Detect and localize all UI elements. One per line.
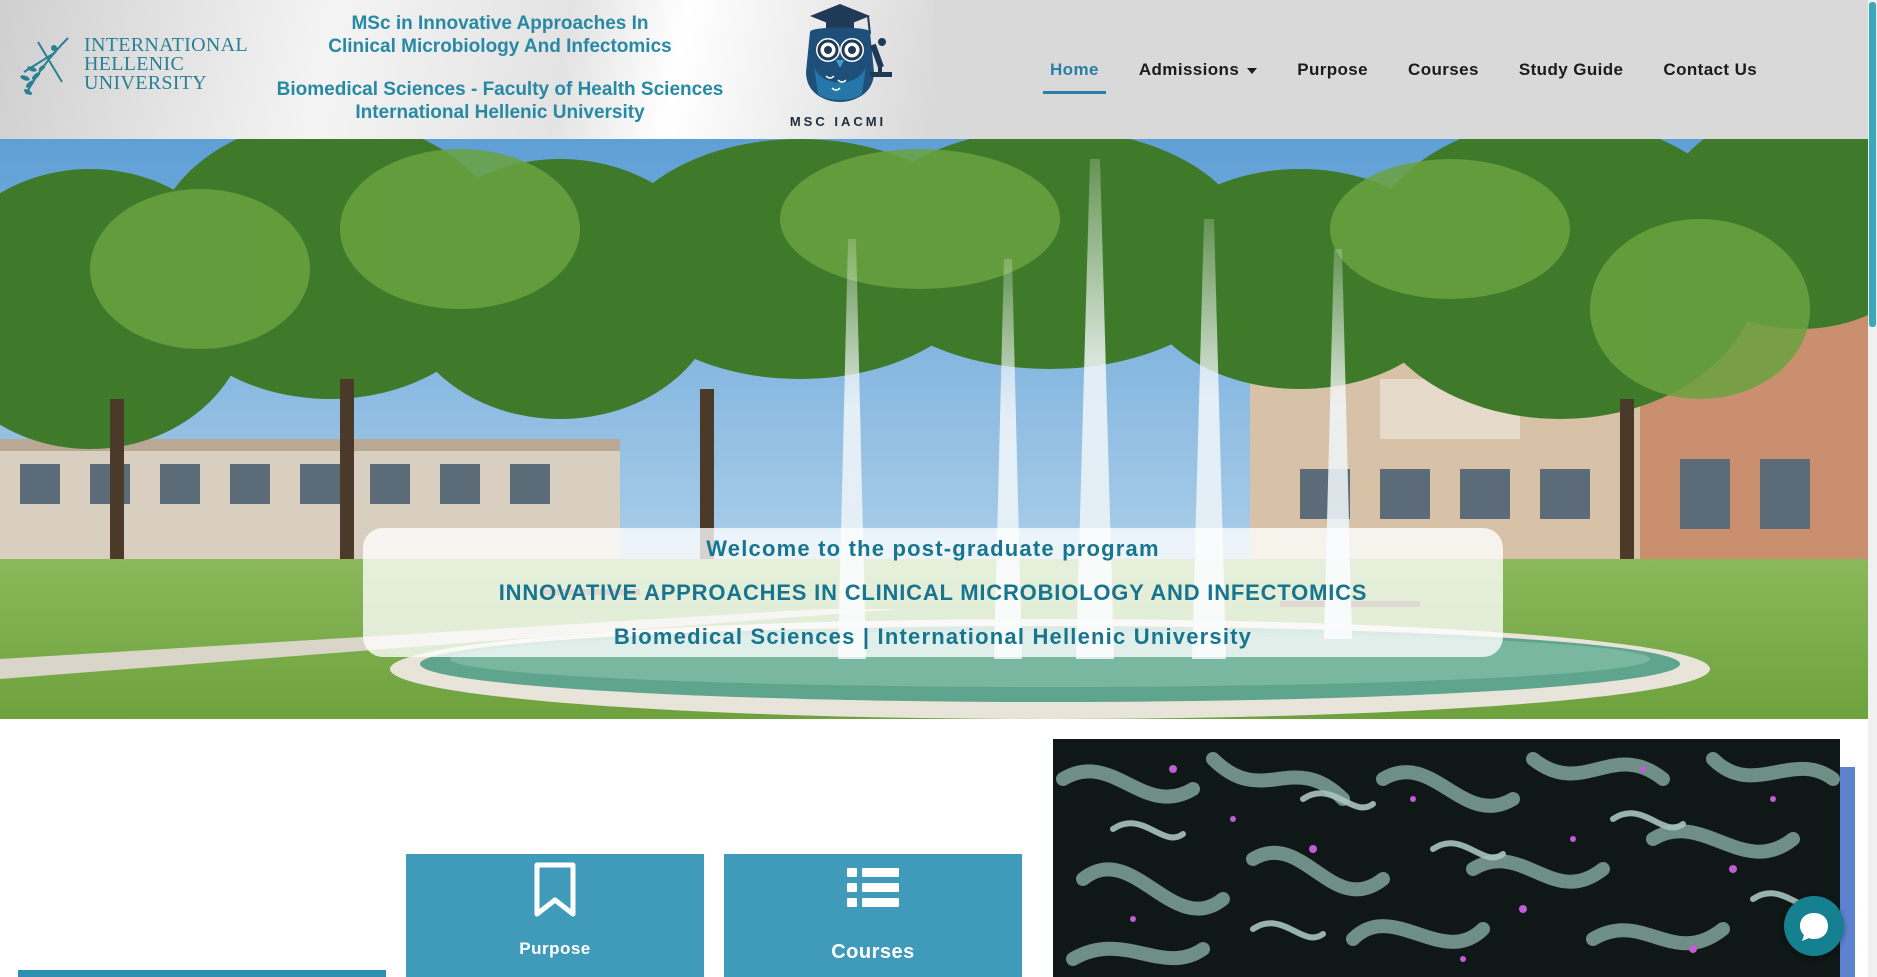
welcome-panel: Welcome to the post-graduate program INN… [363,528,1503,657]
list-icon [847,868,899,907]
nav-admissions-label: Admissions [1138,60,1240,79]
purpose-card[interactable]: Purpose [406,854,704,977]
nav-purpose-label: Purpose [1297,60,1369,79]
virus-micrograph-graphic [1053,739,1840,977]
courses-card[interactable]: Courses [724,854,1022,977]
program-subtitle-line: International Hellenic University [355,102,645,123]
purpose-card-label: Purpose [519,939,591,958]
nav-study-guide-label: Study Guide [1518,60,1624,79]
nav-study-guide[interactable]: Study Guide [1499,48,1644,92]
program-name-heading: INNOVATIVE APPROACHES IN CLINICAL MICROB… [498,580,1368,605]
program-title: MSc in Innovative Approaches In Clinical… [270,12,730,124]
nav-courses[interactable]: Courses [1388,48,1499,92]
university-logo-text: INTERNATIONAL HELLENIC UNIVERSITY [84,35,248,94]
program-title-line: MSc in Innovative Approaches In [351,13,649,34]
brand-banner: INTERNATIONAL HELLENIC UNIVERSITY MSc in… [0,0,933,139]
chat-widget-button[interactable] [1784,896,1844,956]
nav-contact-us[interactable]: Contact Us [1643,48,1777,92]
welcome-subtitle: Biomedical Sciences | International Hell… [613,624,1253,649]
virus-micrograph-image [1053,739,1840,977]
nav-home-label: Home [1050,60,1099,79]
nav-courses-label: Courses [1408,60,1479,79]
hero-banner: Welcome to the post-graduate program INN… [0,139,1868,719]
page-scrollbar-thumb[interactable] [1869,2,1876,327]
nav-purpose[interactable]: Purpose [1277,48,1388,92]
university-logo[interactable]: INTERNATIONAL HELLENIC UNIVERSITY [18,30,248,102]
nav-contact-us-label: Contact Us [1663,60,1758,79]
program-title-line: Clinical Microbiology And Infectomics [328,36,672,57]
program-subtitle-line: Biomedical Sciences - Faculty of Health … [276,79,724,100]
bookmark-icon [534,862,576,917]
caret-down-icon [1247,67,1258,74]
ihu-olive-branch-logo-icon [20,37,69,95]
owl-logo-label: MSC IACMI [789,114,887,129]
chat-bubble-icon [1800,913,1828,941]
owl-logo[interactable]: MSC IACMI [770,2,906,134]
site-header: INTERNATIONAL HELLENIC UNIVERSITY MSc in… [0,0,1868,139]
section-divider-bar [18,970,386,977]
logo-line: UNIVERSITY [84,72,207,94]
owl-graduate-microscope-logo-icon [806,4,892,102]
welcome-line: Welcome to the post-graduate program [706,536,1160,561]
nav-admissions[interactable]: Admissions [1119,48,1277,92]
main-nav: Home Admissions Purpose Courses Study Gu… [1030,48,1777,94]
courses-card-label: Courses [831,941,915,963]
nav-home[interactable]: Home [1030,48,1119,94]
